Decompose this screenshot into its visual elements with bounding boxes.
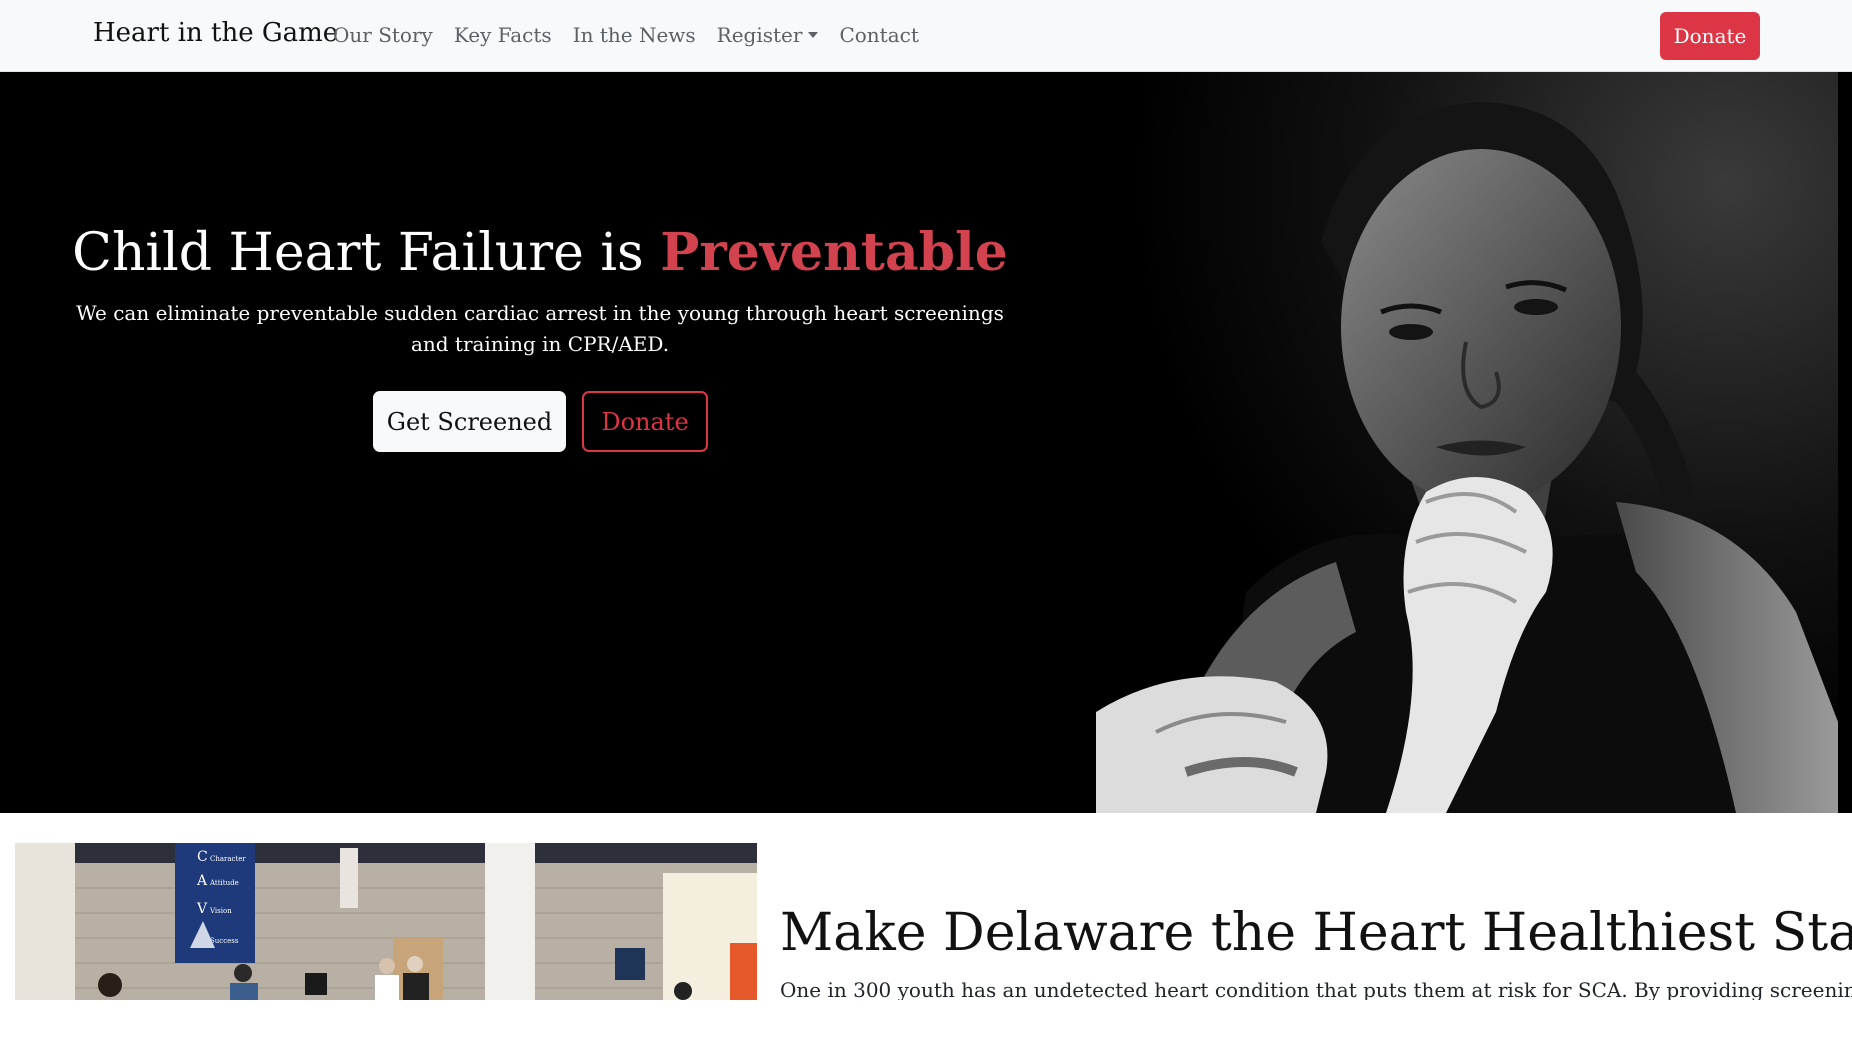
nav-dropdown-register-label: Register [716,23,803,47]
banner-letter-v: V [196,901,208,917]
section-title: Make Delaware the Heart Healthiest State [780,903,1852,963]
nav-link-in-the-news[interactable]: In the News [573,23,696,47]
hero-title: Child Heart Failure is Preventable [0,222,1080,283]
hero-donate-button[interactable]: Donate [582,391,708,452]
banner-word-attitude: Attitude [209,879,239,887]
caret-down-icon [808,32,819,38]
hero-subtitle: We can eliminate preventable sudden card… [76,301,1004,356]
hero-copy: Child Heart Failure is Preventable We ca… [0,72,1080,813]
athlete-photo [1096,72,1838,813]
hero-section: Child Heart Failure is Preventable We ca… [0,72,1852,813]
banner-word-character: Character [210,855,246,863]
nav-dropdown-register[interactable]: Register [717,23,819,47]
nav-link-contact[interactable]: Contact [839,23,918,47]
banner-letter-a: A [196,873,208,889]
banner-letter-c: C [197,849,208,865]
gym-screening-photo: C Character A Attitude V Vision S Succes… [15,843,757,1000]
hero-title-accent: Preventable [660,222,1008,283]
page-fold [0,1000,1852,1042]
nav-link-our-story[interactable]: Our Story [333,23,433,47]
brand-link[interactable]: Heart in the Game [93,18,338,48]
navbar: Heart in the Game Our Story Key Facts In… [0,0,1852,72]
banner-word-success: Success [210,937,239,945]
nav-links: Our Story Key Facts In the News Register… [333,23,919,47]
get-screened-button[interactable]: Get Screened [373,391,566,452]
banner-word-vision: Vision [209,907,232,915]
nav-link-key-facts[interactable]: Key Facts [454,23,552,47]
hero-title-prefix: Child Heart Failure is [72,223,661,283]
nav-donate-button[interactable]: Donate [1660,12,1760,60]
section-text: One in 300 youth has an undetected heart… [780,978,1852,1002]
